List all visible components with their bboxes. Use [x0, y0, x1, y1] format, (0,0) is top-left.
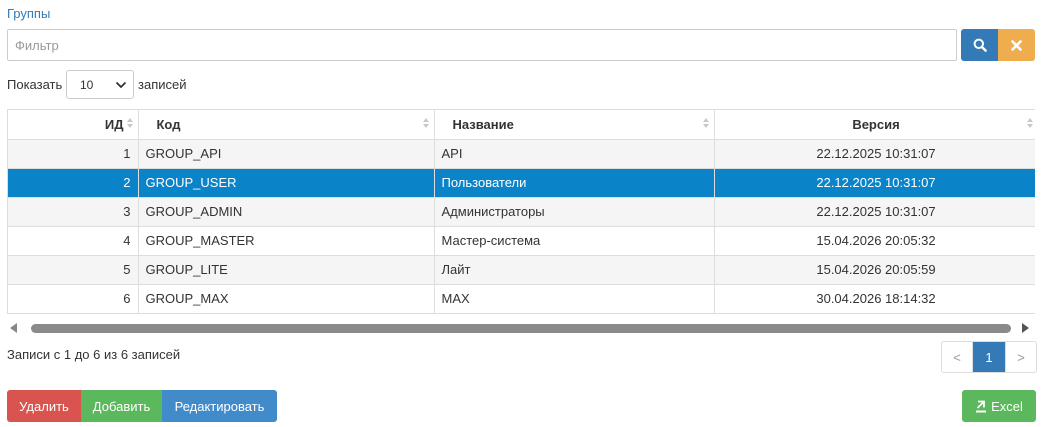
column-header-version[interactable]: Версия: [714, 110, 1035, 140]
cell-code: GROUP_MAX: [138, 284, 435, 313]
cell-code: GROUP_USER: [138, 168, 435, 198]
sort-icon: [702, 118, 710, 130]
cell-version: 15.04.2026 20:05:32: [714, 226, 1035, 256]
column-header-code[interactable]: Код: [138, 110, 435, 140]
cell-version: 15.04.2026 20:05:59: [714, 255, 1035, 285]
add-button[interactable]: Добавить: [81, 390, 162, 422]
table-row[interactable]: 4 GROUP_MASTER Мастер-система 15.04.2026…: [8, 226, 1035, 256]
cell-code: GROUP_LITE: [138, 255, 435, 285]
page-length-select[interactable]: 10: [66, 70, 134, 99]
cell-code: GROUP_MASTER: [138, 226, 435, 256]
cell-name: Лайт: [434, 255, 715, 285]
column-header-id[interactable]: ИД: [8, 110, 139, 140]
cell-name: Мастер-система: [434, 226, 715, 256]
cell-version: 22.12.2025 10:31:07: [714, 197, 1035, 227]
table-row[interactable]: 1 GROUP_API API 22.12.2025 10:31:07: [8, 139, 1035, 169]
scroll-right-arrow-icon[interactable]: [1022, 323, 1029, 333]
table-row[interactable]: 5 GROUP_LITE Лайт 15.04.2026 20:05:59: [8, 255, 1035, 285]
cell-name: Администраторы: [434, 197, 715, 227]
pagination-next-button[interactable]: >: [1005, 342, 1036, 372]
cell-version: 22.12.2025 10:31:07: [714, 139, 1035, 169]
column-header-name[interactable]: Название: [434, 110, 715, 140]
horizontal-scrollbar[interactable]: [7, 320, 1035, 336]
cell-name: MAX: [434, 284, 715, 313]
pagination: < 1 >: [941, 341, 1037, 373]
page-title-link[interactable]: Группы: [7, 6, 50, 21]
sort-icon: [1026, 118, 1034, 130]
search-button[interactable]: [961, 29, 998, 61]
table-header-row: ИД Код Название Версия: [8, 110, 1035, 140]
sort-icon: [422, 118, 430, 130]
page-length-value: 10: [80, 77, 94, 92]
scrollbar-thumb[interactable]: [31, 324, 1011, 333]
groups-table: ИД Код Название Версия 1 GROUP_API API 2…: [7, 109, 1035, 314]
cell-version: 22.12.2025 10:31:07: [714, 168, 1035, 198]
sort-icon: [126, 118, 134, 130]
cell-id: 2: [8, 168, 139, 198]
pagination-page-button[interactable]: 1: [973, 342, 1005, 372]
table-row[interactable]: 2 GROUP_USER Пользователи 22.12.2025 10:…: [8, 168, 1035, 198]
excel-export-button[interactable]: Excel: [962, 390, 1036, 422]
filter-input[interactable]: [7, 29, 957, 61]
cell-id: 3: [8, 197, 139, 227]
cell-id: 5: [8, 255, 139, 285]
cell-version: 30.04.2026 18:14:32: [714, 284, 1035, 313]
pagination-prev-button[interactable]: <: [942, 342, 973, 372]
chevron-down-icon: [115, 81, 127, 89]
table-row[interactable]: 3 GROUP_ADMIN Администраторы 22.12.2025 …: [8, 197, 1035, 227]
scroll-left-arrow-icon[interactable]: [10, 323, 17, 333]
close-icon: [1011, 39, 1022, 51]
show-label: Показать: [7, 77, 63, 92]
cell-name: API: [434, 139, 715, 169]
edit-button[interactable]: Редактировать: [162, 390, 277, 422]
cell-id: 6: [8, 284, 139, 313]
cell-name: Пользователи: [434, 168, 715, 198]
delete-button[interactable]: Удалить: [7, 390, 81, 422]
cell-code: GROUP_API: [138, 139, 435, 169]
excel-button-label: Excel: [991, 398, 1023, 414]
export-icon: [976, 400, 987, 412]
clear-filter-button[interactable]: [998, 29, 1035, 61]
cell-id: 4: [8, 226, 139, 256]
entries-label: записей: [138, 77, 187, 92]
search-icon: [973, 38, 987, 52]
cell-id: 1: [8, 139, 139, 169]
table-info: Записи с 1 до 6 из 6 записей: [7, 347, 181, 362]
cell-code: GROUP_ADMIN: [138, 197, 435, 227]
table-row[interactable]: 6 GROUP_MAX MAX 30.04.2026 18:14:32: [8, 284, 1035, 313]
